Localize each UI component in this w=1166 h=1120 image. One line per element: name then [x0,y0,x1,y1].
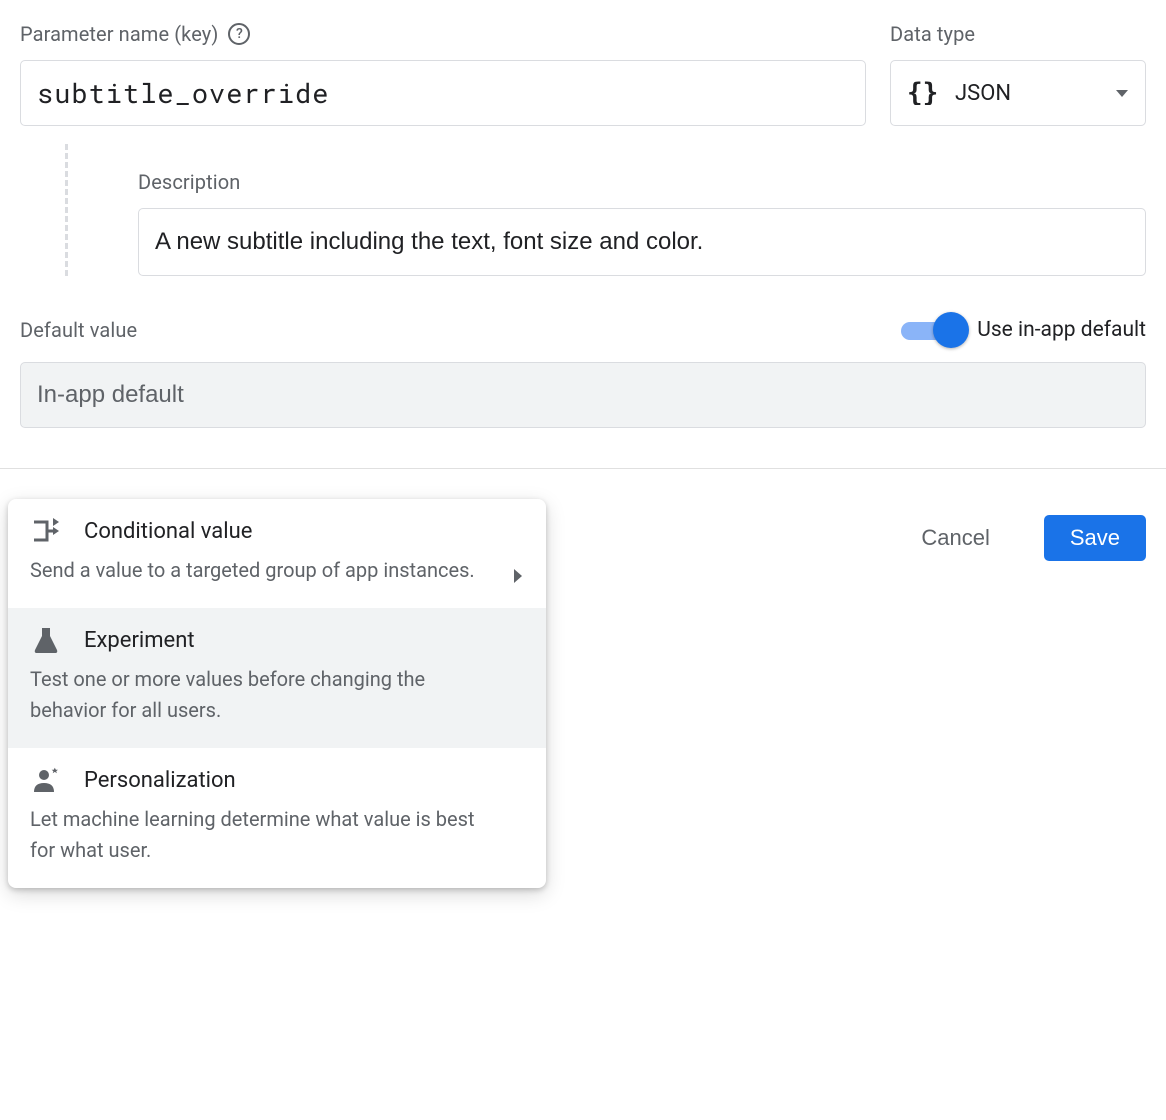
description-block: Description [20,144,1146,276]
data-type-value: JSON [955,81,1097,106]
use-default-label: Use in-app default [977,318,1146,342]
use-default-toggle[interactable] [901,312,963,348]
data-type-label: Data type [890,22,975,46]
menu-item-experiment[interactable]: Experiment Test one or more values befor… [8,608,546,748]
menu-item-conditional-value[interactable]: Conditional value Send a value to a targ… [8,499,546,608]
data-type-column: Data type {} JSON [890,20,1146,126]
description-input[interactable] [138,208,1146,276]
menu-item-head: Personalization [30,766,524,794]
top-row: Parameter name (key) ? Data type {} JSON [20,20,1146,126]
default-value-label: Default value [20,318,137,342]
person-sparkle-icon [30,766,62,794]
bottom-section: Cancel Save Conditional value Send a val… [20,469,1146,575]
description-label: Description [138,170,1146,194]
tree-connector [65,144,110,276]
add-menu: Conditional value Send a value to a targ… [8,499,546,888]
save-button[interactable]: Save [1044,515,1146,561]
description-content: Description [110,144,1146,276]
parameter-form: Parameter name (key) ? Data type {} JSON [20,20,1146,468]
cancel-button[interactable]: Cancel [895,515,1015,561]
use-default-toggle-wrap: Use in-app default [901,312,1146,348]
chevron-down-icon [1115,84,1129,103]
menu-item-desc: Test one or more values before changing … [30,664,524,726]
json-braces-icon: {} [907,81,937,105]
help-icon[interactable]: ? [228,23,250,45]
svg-text:{}: {} [907,81,937,105]
default-value-row: Default value Use in-app default [20,312,1146,348]
menu-item-title: Personalization [84,768,236,793]
menu-item-head: Experiment [30,626,524,654]
menu-item-desc: Let machine learning determine what valu… [30,804,524,866]
menu-item-personalization[interactable]: Personalization Let machine learning det… [8,748,546,888]
toggle-thumb [933,312,969,348]
parameter-name-input[interactable] [20,60,866,126]
default-value-input [20,362,1146,428]
menu-item-title: Conditional value [84,519,252,544]
menu-item-title: Experiment [84,628,195,653]
data-type-dropdown[interactable]: {} JSON [890,60,1146,126]
menu-item-head: Conditional value [30,517,524,545]
split-path-icon [30,517,62,545]
menu-item-desc: Send a value to a targeted group of app … [30,555,524,586]
parameter-name-label: Parameter name (key) [20,22,218,46]
parameter-name-column: Parameter name (key) ? [20,20,866,126]
chevron-right-icon [512,567,524,589]
parameter-name-label-row: Parameter name (key) ? [20,20,866,48]
flask-icon [30,626,62,654]
data-type-label-row: Data type [890,20,1146,48]
